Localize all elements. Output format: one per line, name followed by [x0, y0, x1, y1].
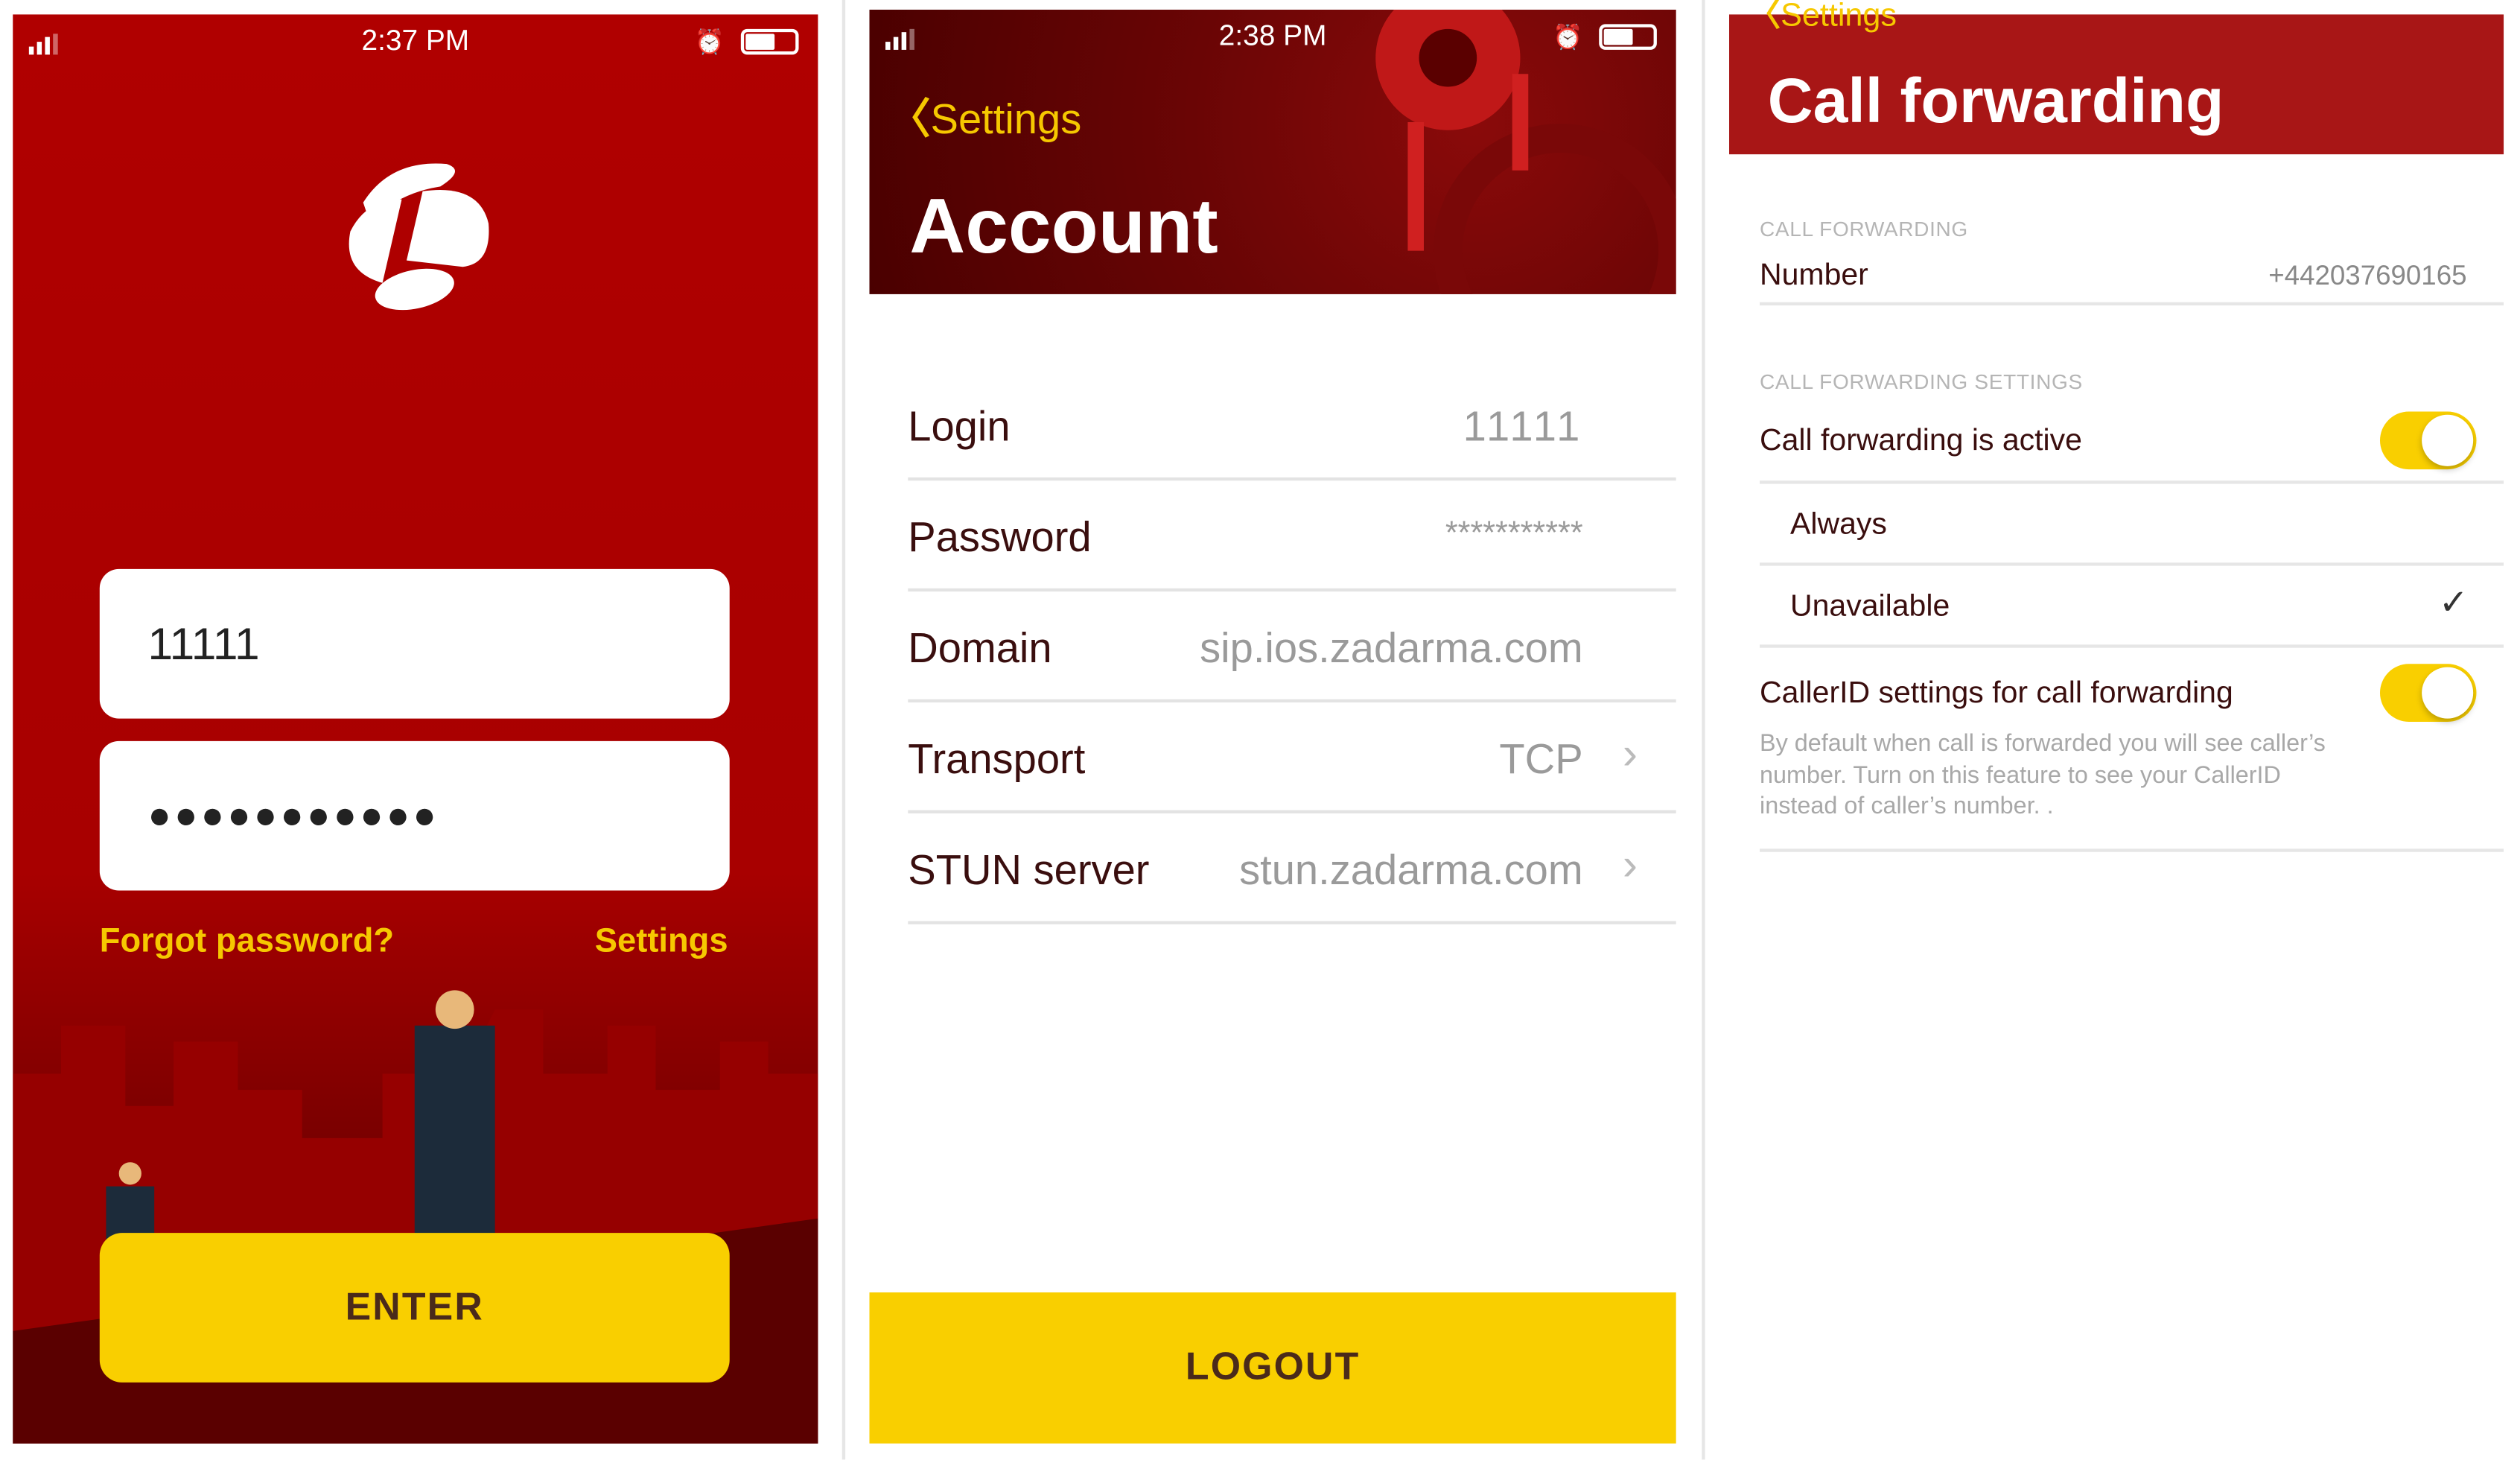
alarm-icon: ⏰ [694, 28, 725, 57]
checkmark-icon: ✓ [2438, 582, 2469, 623]
panel-divider [1702, 0, 1705, 1460]
settings-link[interactable]: Settings [595, 923, 728, 962]
section-header: CALL FORWARDING SETTINGS [1760, 369, 2083, 394]
back-label: Settings [930, 95, 1082, 144]
login-row[interactable]: Login 11111 [908, 369, 1676, 481]
forwarding-active-toggle[interactable] [2379, 411, 2477, 470]
battery-icon [740, 28, 799, 55]
option-always[interactable]: Always [1760, 484, 2504, 566]
page-title: Account [909, 185, 1218, 270]
panel-divider [841, 0, 846, 1460]
forwarding-active-row: Call forwarding is active [1760, 400, 2504, 484]
number-label: Number [1760, 258, 1868, 293]
transport-row[interactable]: Transport TCP › [908, 702, 1676, 813]
row-label: Domain [908, 623, 1052, 673]
back-button[interactable]: 〈Settings [888, 87, 1081, 147]
section-header: CALL FORWARDING [1760, 217, 1968, 241]
row-label: Login [908, 402, 1011, 451]
status-bar: 2:37 PM ⏰ [13, 14, 818, 66]
stun-server-row[interactable]: STUN server stun.zadarma.com › [908, 813, 1676, 924]
back-label: Settings [1781, 0, 1897, 34]
password-row[interactable]: Password *********** [908, 480, 1676, 592]
chevron-left-icon: 〈 [1748, 0, 1781, 34]
battery-icon [1599, 24, 1657, 50]
chevron-right-icon: › [1622, 728, 1638, 778]
enter-button[interactable]: ENTER [99, 1233, 730, 1383]
row-value: sip.ios.zadarma.com [1200, 623, 1583, 673]
callerid-row: CallerID settings for call forwarding By… [1760, 648, 2504, 852]
chevron-left-icon: 〈 [888, 95, 931, 144]
forwarding-active-label: Call forwarding is active [1760, 424, 2082, 459]
account-header: 2:38 PM ⏰ 〈Settings Account [869, 9, 1676, 294]
row-label: Transport [908, 734, 1086, 783]
alarm-icon: ⏰ [1553, 24, 1583, 52]
callerid-note: By default when call is forwarded you wi… [1760, 729, 2326, 820]
number-value: +442037690165 [2268, 260, 2467, 291]
option-label: Always [1790, 507, 1887, 542]
account-screen: 2:38 PM ⏰ 〈Settings Account Login 11111 P… [869, 9, 1676, 1444]
login-screen: 2:37 PM ⏰ 11111 ●●●●●●●●●●● Forgot passw… [13, 14, 818, 1444]
call-forwarding-screen: 〈Settings Call forwarding CALL FORWARDIN… [1729, 0, 2504, 1460]
row-value: stun.zadarma.com [1239, 845, 1583, 894]
option-unavailable[interactable]: Unavailable ✓ [1760, 566, 2504, 648]
domain-row[interactable]: Domain sip.ios.zadarma.com [908, 591, 1676, 703]
chevron-right-icon: › [1622, 839, 1638, 889]
callerid-label: CallerID settings for call forwarding [1760, 676, 2233, 711]
password-input-value: ●●●●●●●●●●● [147, 793, 440, 837]
logout-button[interactable]: LOGOUT [869, 1292, 1676, 1444]
password-input[interactable]: ●●●●●●●●●●● [99, 740, 730, 891]
callerid-toggle[interactable] [2379, 664, 2477, 722]
option-label: Unavailable [1790, 589, 1950, 624]
back-button[interactable]: 〈Settings [1749, 0, 1897, 35]
zadarma-logo [349, 163, 489, 311]
forwarding-header: 〈Settings Call forwarding [1729, 0, 2504, 155]
forgot-password-link[interactable]: Forgot password? [100, 923, 394, 962]
row-value: TCP [1499, 734, 1583, 783]
row-label: Password [908, 512, 1092, 562]
row-value: 11111 [1463, 402, 1583, 451]
row-label: STUN server [908, 845, 1150, 894]
login-input[interactable]: 11111 [99, 568, 730, 719]
status-bar: 2:38 PM ⏰ [869, 10, 1676, 61]
login-input-value: 11111 [147, 618, 260, 668]
row-value: *********** [1445, 515, 1583, 552]
number-row[interactable]: Number +442037690165 [1760, 251, 2504, 306]
page-title: Call forwarding [1767, 67, 2224, 137]
